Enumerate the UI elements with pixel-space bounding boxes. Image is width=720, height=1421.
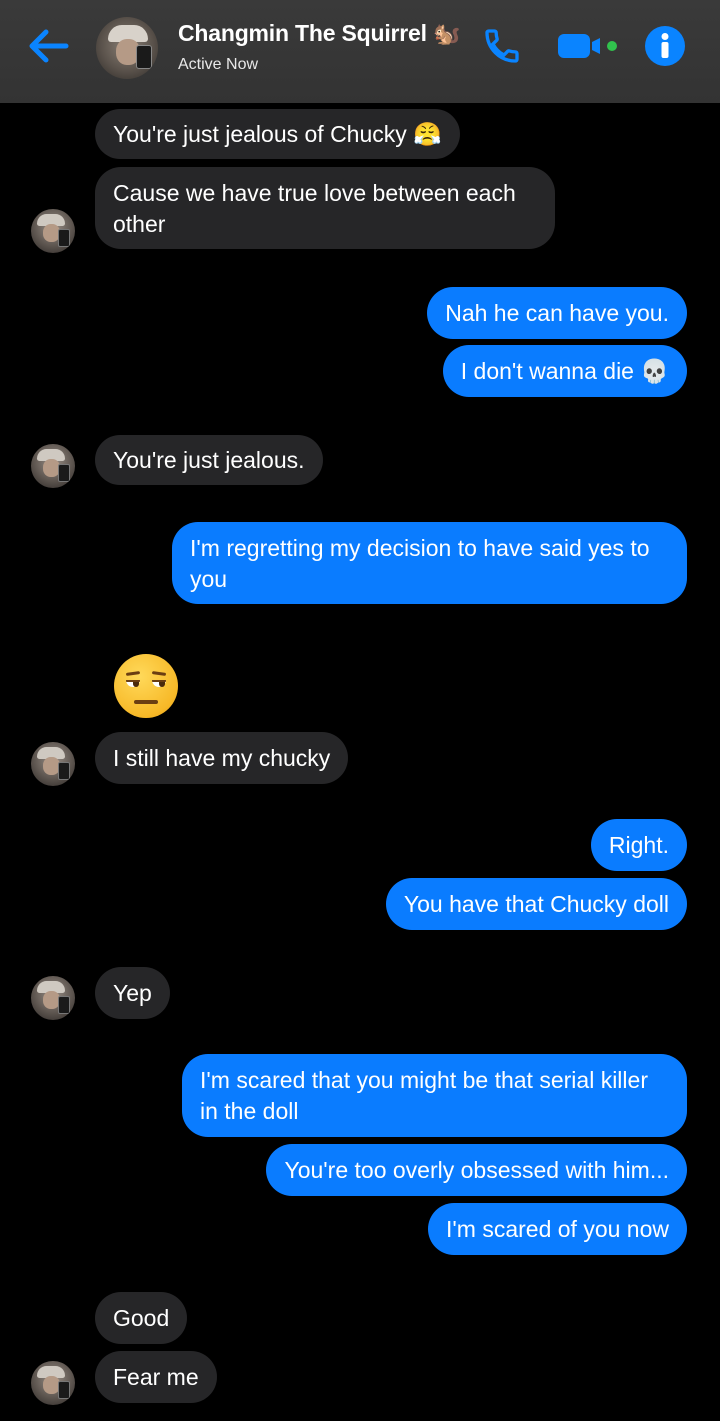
back-arrow-icon[interactable]	[26, 26, 72, 66]
video-camera-icon[interactable]	[556, 30, 620, 62]
contact-avatar[interactable]	[96, 17, 158, 79]
message-outgoing[interactable]: I'm regretting my decision to have said …	[172, 522, 687, 604]
message-outgoing[interactable]: Nah he can have you.	[427, 287, 687, 339]
message-outgoing[interactable]: I don't wanna die 💀	[442, 345, 687, 397]
message-incoming[interactable]: Cause we have true love between each oth…	[95, 167, 555, 249]
contact-name-text: Changmin The Squirrel	[178, 20, 427, 46]
contact-avatar-small[interactable]	[31, 976, 75, 1020]
message-outgoing[interactable]: I'm scared that you might be that serial…	[182, 1054, 687, 1137]
contact-avatar-small[interactable]	[31, 209, 75, 253]
message-outgoing[interactable]: You're too overly obsessed with him...	[266, 1144, 687, 1196]
message-incoming[interactable]: You're just jealous of Chucky 😤	[95, 109, 460, 159]
chat-header: Changmin The Squirrel 🐿️ Active Now	[0, 0, 720, 103]
message-incoming[interactable]: Good	[95, 1292, 188, 1344]
message-incoming[interactable]: I still have my chucky	[95, 732, 349, 784]
contact-avatar-small[interactable]	[31, 444, 75, 488]
message-outgoing[interactable]: You have that Chucky doll	[385, 878, 687, 930]
active-status: Active Now	[178, 56, 259, 73]
contact-avatar-small[interactable]	[31, 742, 75, 786]
message-incoming[interactable]: You're just jealous.	[95, 435, 323, 485]
info-icon[interactable]	[644, 25, 686, 67]
contact-name[interactable]: Changmin The Squirrel 🐿️	[178, 20, 460, 47]
message-outgoing[interactable]: Right.	[590, 819, 687, 871]
contact-avatar-small[interactable]	[31, 1361, 75, 1405]
message-incoming[interactable]: Fear me	[95, 1351, 217, 1403]
message-outgoing[interactable]: I'm scared of you now	[428, 1203, 687, 1255]
squirrel-emoji: 🐿️	[433, 21, 461, 46]
unamused-face-emoji-message[interactable]	[114, 654, 178, 718]
phone-icon[interactable]	[482, 26, 522, 66]
message-incoming[interactable]: Yep	[95, 967, 170, 1019]
